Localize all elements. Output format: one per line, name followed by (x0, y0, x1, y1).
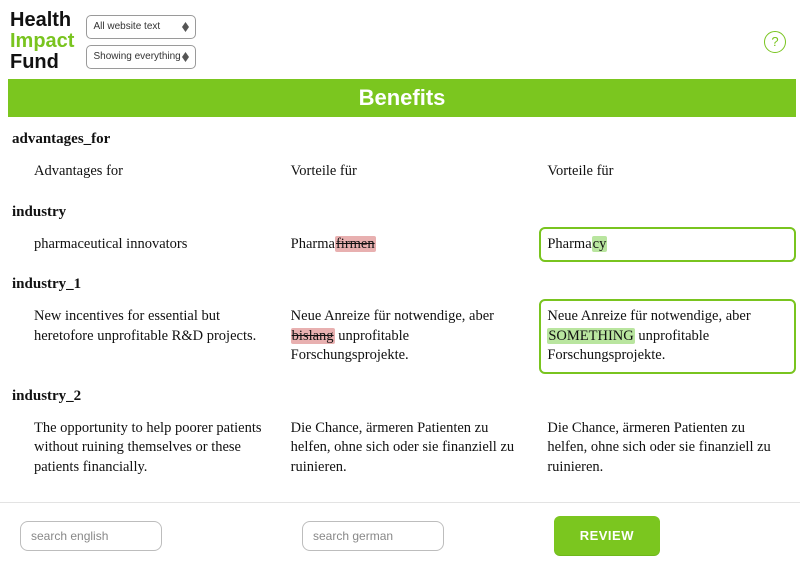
help-button[interactable]: ? (764, 31, 786, 53)
original-translation: Vorteile für (283, 154, 540, 190)
removed-text: bislang (291, 328, 335, 344)
original-translation: Die Chance, ärmeren Patienten zu helfen,… (283, 411, 540, 486)
source-text: pharmaceutical innovators (26, 227, 283, 263)
logo-line-2: Impact (10, 31, 74, 52)
main-scroll[interactable]: Benefits advantages_forAdvantages forVor… (0, 75, 800, 502)
filter-dropdown-label: Showing everything (93, 51, 180, 62)
original-translation: Neue Anreize für notwendige, aber bislan… (283, 299, 540, 374)
source-text: The opportunity to help poorer patients … (26, 411, 283, 486)
entry-row: pharmaceutical innovatorsPharmafirmenPha… (8, 227, 796, 263)
review-button[interactable]: REVIEW (554, 516, 660, 555)
chevron-updown-icon (182, 52, 189, 62)
filter-dropdown[interactable]: Showing everything (86, 45, 196, 69)
added-text: cy (592, 236, 608, 252)
added-text: SOMETHING (547, 328, 634, 344)
edited-translation[interactable]: Die Chance, ärmeren Patienten zu helfen,… (539, 411, 796, 486)
original-translation: Pharmafirmen (283, 227, 540, 263)
entry-row: The opportunity to help poorer patients … (8, 411, 796, 486)
chevron-updown-icon (182, 22, 189, 32)
search-english-placeholder: search english (31, 529, 108, 543)
bottom-bar: search english search german REVIEW (0, 502, 800, 565)
source-text: Advantages for (26, 154, 283, 190)
top-bar: Health Impact Fund All website text Show… (0, 0, 800, 75)
source-text: New incentives for essential but heretof… (26, 299, 283, 374)
scope-dropdown[interactable]: All website text (86, 15, 196, 39)
review-button-label: REVIEW (580, 528, 634, 543)
search-german-input[interactable]: search german (302, 521, 444, 551)
entry-row: New incentives for essential but heretof… (8, 299, 796, 374)
entry-key: advantages_for (12, 131, 796, 148)
entry-key: industry_2 (12, 388, 796, 405)
edited-translation[interactable]: Neue Anreize für notwendige, aber SOMETH… (539, 299, 796, 374)
section-banner: Benefits (8, 79, 796, 117)
edited-translation[interactable]: Vorteile für (539, 154, 796, 190)
entry-key: industry_1 (12, 276, 796, 293)
removed-text: firmen (335, 236, 376, 252)
logo: Health Impact Fund (10, 10, 74, 73)
entry-row: Advantages forVorteile fürVorteile für (8, 154, 796, 190)
scope-dropdown-label: All website text (93, 21, 160, 32)
logo-line-3: Fund (10, 52, 74, 73)
help-icon: ? (771, 34, 778, 49)
logo-line-1: Health (10, 10, 74, 31)
entry-key: industry (12, 204, 796, 221)
search-german-placeholder: search german (313, 529, 393, 543)
dropdown-stack: All website text Showing everything (86, 15, 196, 69)
edited-translation[interactable]: Pharmacy (539, 227, 796, 263)
search-english-input[interactable]: search english (20, 521, 162, 551)
